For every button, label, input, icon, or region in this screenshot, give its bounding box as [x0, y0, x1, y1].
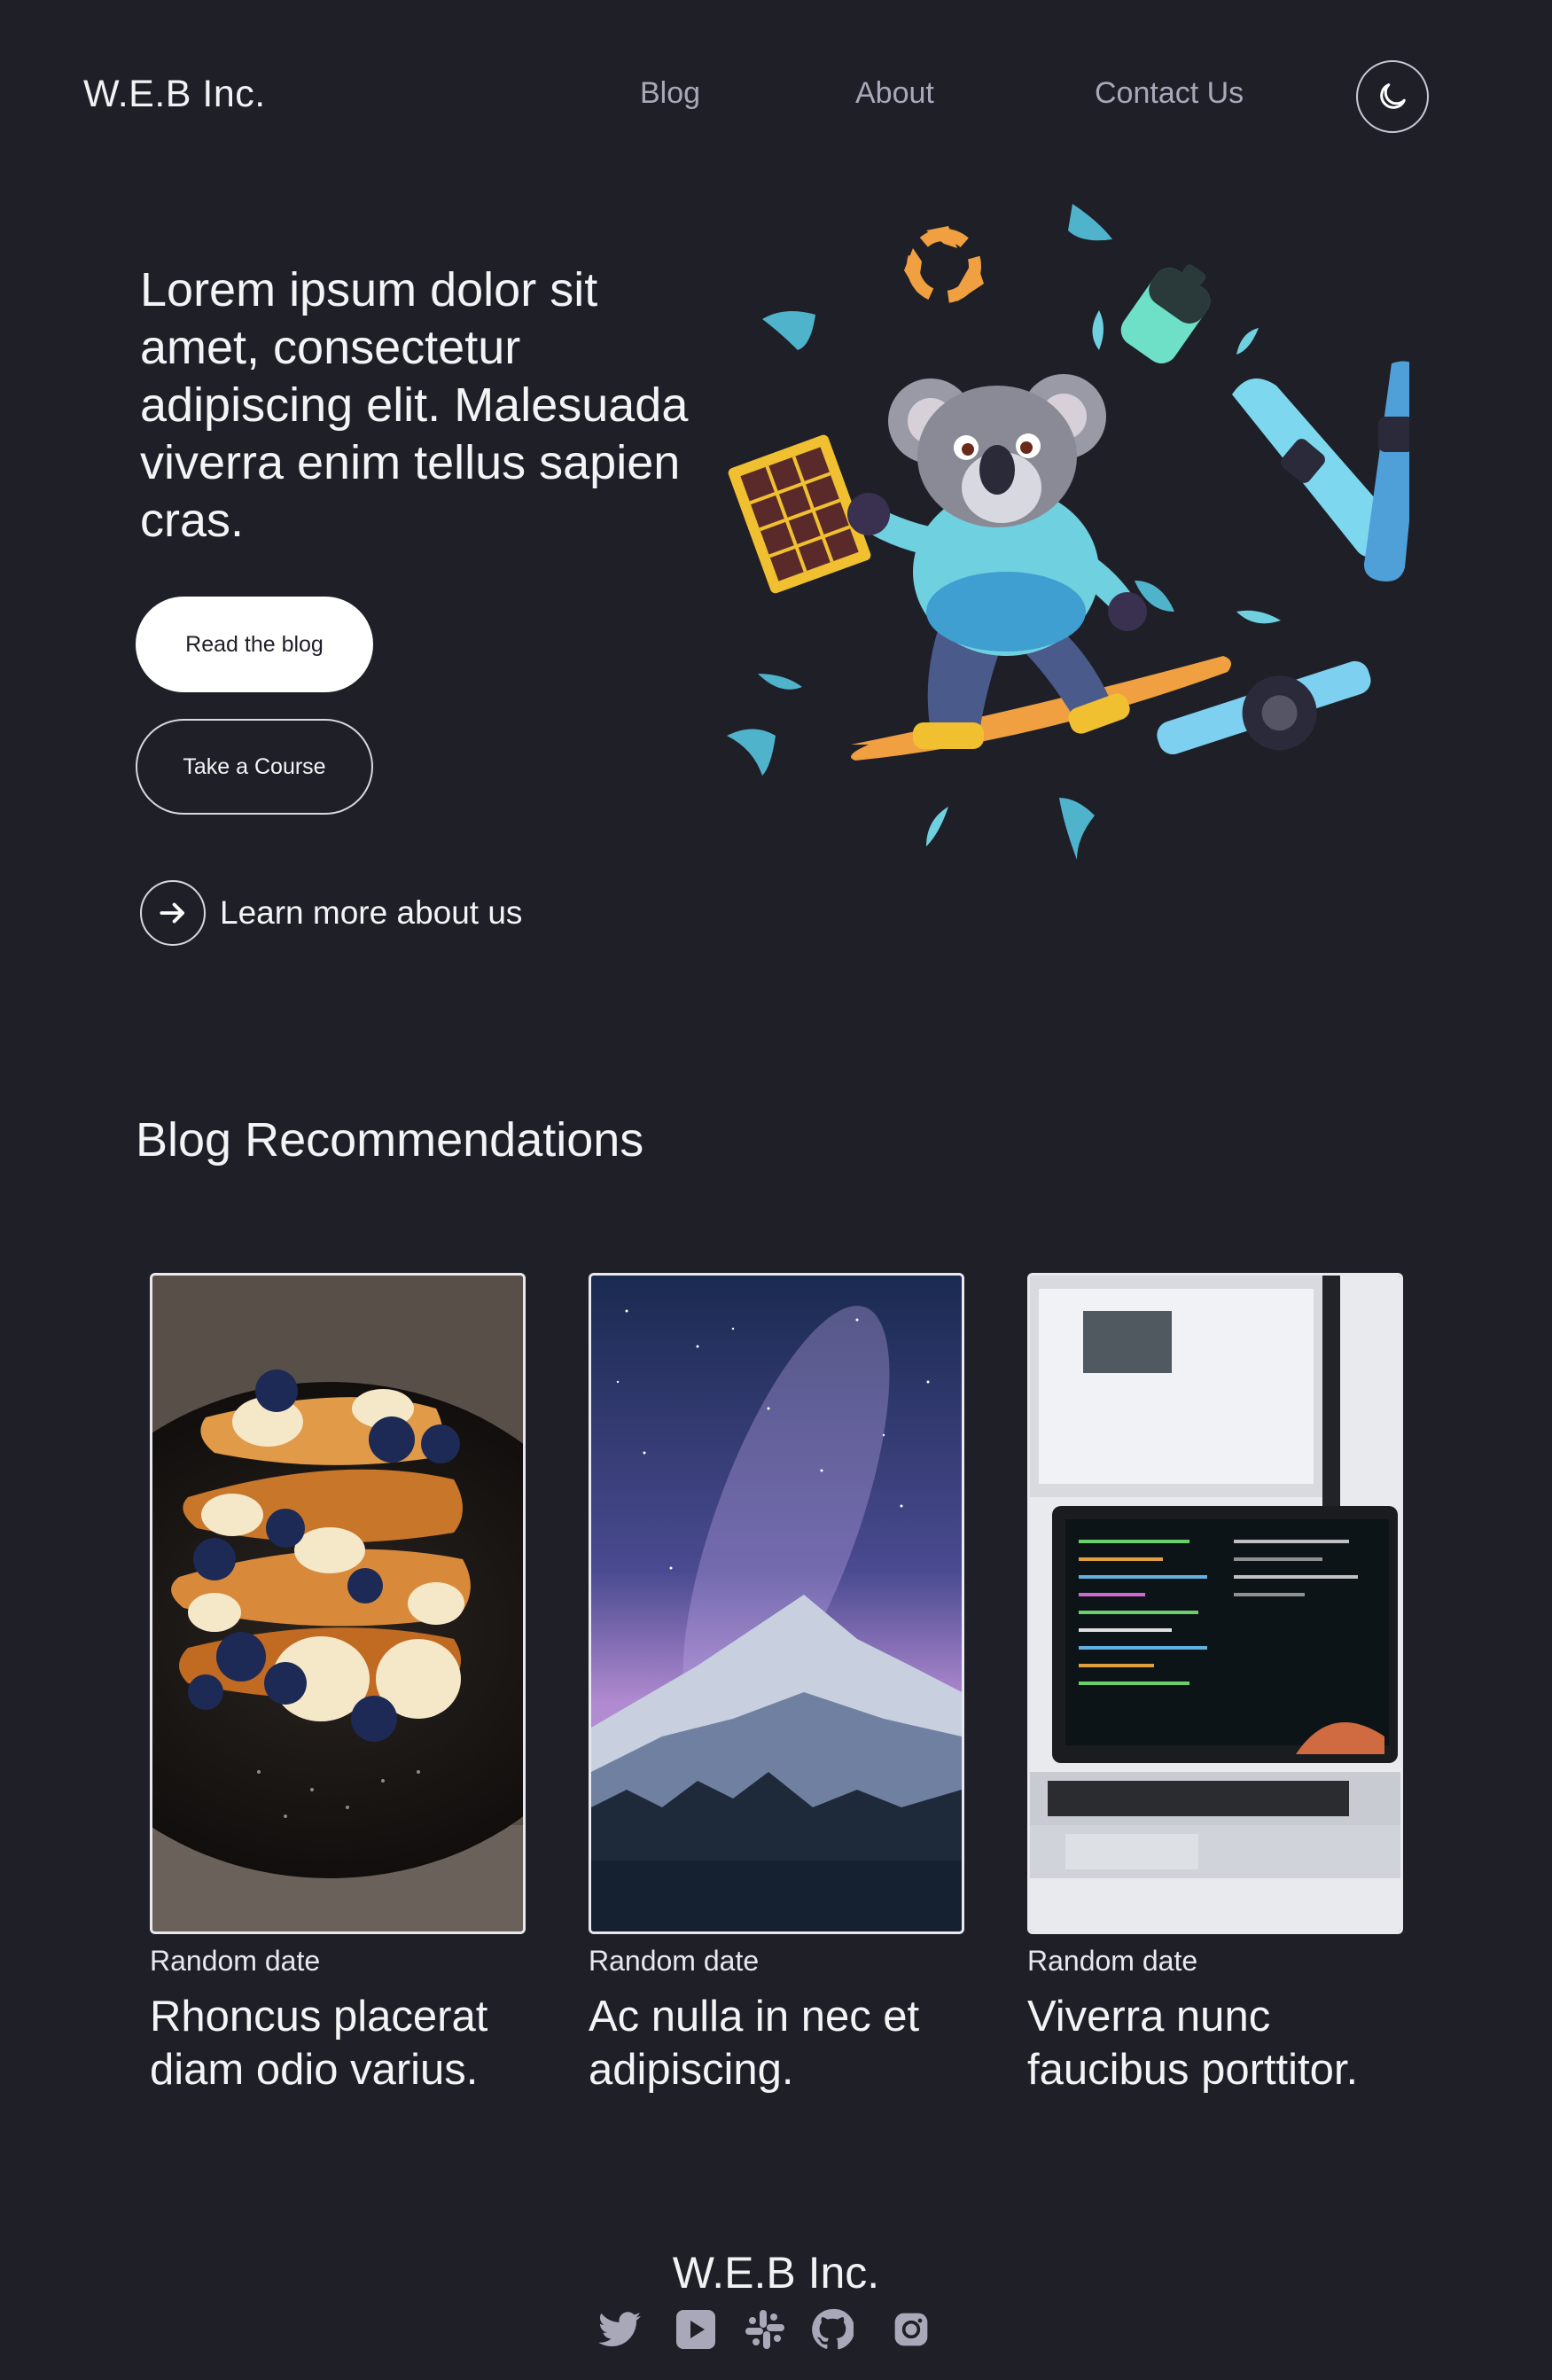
blog-card[interactable]: Random date Viverra nunc faucibus portti… [1027, 1273, 1403, 2096]
blog-card-image-laptop[interactable] [1027, 1273, 1403, 1934]
arrow-right-icon [140, 880, 206, 946]
section-title-blog: Blog Recommendations [136, 1113, 644, 1167]
blog-card-date: Random date [1027, 1945, 1198, 1977]
hero-title: Lorem ipsum dolor sit amet, consectetur … [140, 263, 689, 547]
blog-card-date: Random date [589, 1945, 760, 1977]
blog-card-title[interactable]: Rhoncus placerat diam odio varius. [150, 1990, 526, 2096]
site-logo[interactable]: W.E.B Inc. [83, 73, 266, 116]
blog-card-image-night-sky[interactable] [589, 1273, 964, 1934]
nav-link-contact[interactable]: Contact Us [1095, 76, 1244, 111]
moon-icon [1380, 83, 1406, 109]
blog-card-title[interactable]: Ac nulla in nec et adipiscing. [589, 1990, 964, 2096]
learn-more-label: Learn more about us [220, 894, 523, 931]
blog-card-title[interactable]: Viverra nunc faucibus porttitor. [1027, 1990, 1403, 2096]
instagram-icon[interactable] [889, 2307, 933, 2352]
blog-card[interactable]: Random date Rhoncus placerat diam odio v… [150, 1273, 526, 2096]
read-blog-button[interactable]: Read the blog [136, 597, 373, 692]
blog-card[interactable]: Random date Ac nulla in nec et adipiscin… [589, 1273, 964, 2096]
take-course-button[interactable]: Take a Course [136, 719, 373, 815]
nav-link-about[interactable]: About [855, 76, 934, 111]
hero-illustration [700, 186, 1423, 878]
github-icon[interactable] [810, 2307, 854, 2352]
footer-logo[interactable]: W.E.B Inc. [0, 2247, 1552, 2298]
youtube-icon[interactable] [674, 2307, 718, 2352]
twitter-icon[interactable] [597, 2307, 642, 2352]
learn-more-link[interactable]: Learn more about us [140, 879, 522, 947]
blog-card-image-french-toast[interactable] [150, 1273, 526, 1934]
slack-icon[interactable] [743, 2307, 787, 2352]
theme-toggle-button[interactable] [1356, 60, 1429, 133]
nav-link-blog[interactable]: Blog [640, 76, 700, 111]
blog-card-date: Random date [150, 1945, 321, 1977]
